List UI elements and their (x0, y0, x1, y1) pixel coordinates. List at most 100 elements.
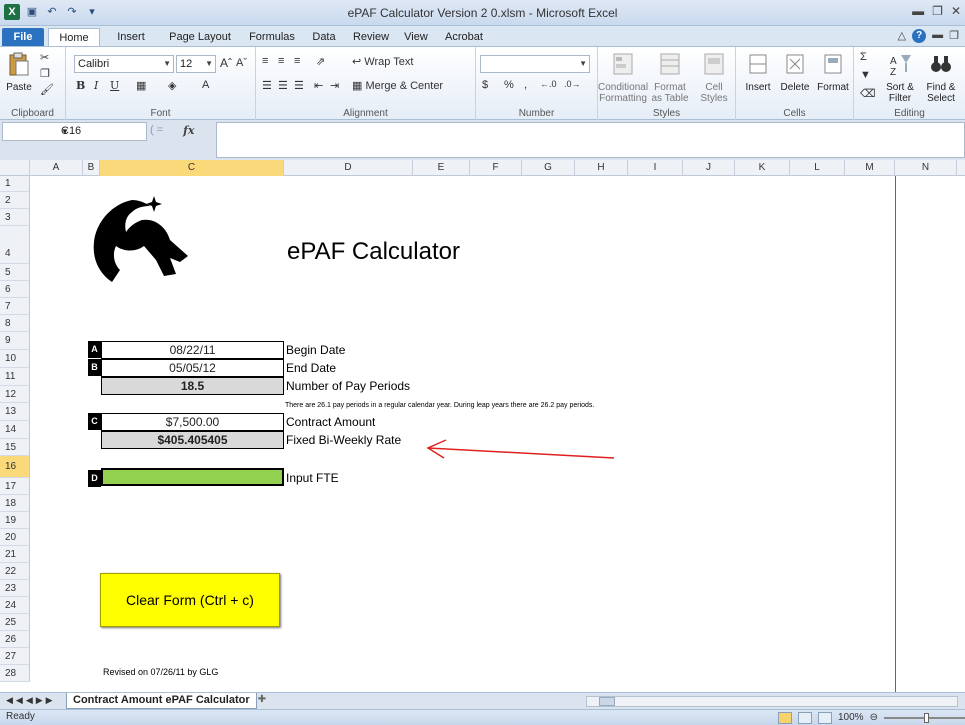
row-header[interactable]: 3 (0, 209, 30, 226)
format-painter-icon[interactable]: 🖌 (40, 83, 54, 96)
row-header[interactable]: 2 (0, 192, 30, 209)
tab-view[interactable]: View (398, 28, 434, 46)
copy-icon[interactable]: ❐ (40, 67, 50, 80)
row-header[interactable]: 12 (0, 386, 30, 403)
align-middle-icon[interactable]: ≡ (278, 55, 284, 67)
row-header[interactable]: 19 (0, 512, 30, 529)
insert-cells-button[interactable]: Insert (740, 51, 776, 93)
clear-icon[interactable]: ⌫ (860, 87, 876, 100)
sheet-tab-calculator[interactable]: Contract Amount ePAF Calculator (66, 693, 257, 709)
tab-page-layout[interactable]: Page Layout (160, 28, 240, 46)
select-all-corner[interactable] (0, 160, 30, 176)
zoom-knob[interactable] (923, 712, 929, 723)
fill-color-icon[interactable]: ◈ (168, 79, 176, 92)
font-color-icon[interactable]: A (202, 79, 209, 91)
currency-button[interactable]: $ (482, 79, 488, 91)
fte-input[interactable] (101, 468, 284, 486)
row-header[interactable]: 16 (0, 456, 30, 478)
cell-styles-button[interactable]: Cell Styles (694, 51, 734, 104)
increase-decimal-icon[interactable]: ←.0 (540, 79, 557, 89)
increase-indent-icon[interactable]: ⇥ (330, 79, 339, 92)
sheet-nav-arrows[interactable]: ◀◀◀▶▶ (6, 695, 56, 706)
cut-icon[interactable]: ✂ (40, 51, 49, 64)
conditional-formatting-button[interactable]: Conditional Formatting (598, 51, 648, 104)
row-header[interactable]: 23 (0, 580, 30, 597)
percent-button[interactable]: % (504, 79, 514, 91)
row-header[interactable]: 15 (0, 439, 30, 456)
row-header[interactable]: 25 (0, 614, 30, 631)
row-header[interactable]: 1 (0, 176, 30, 192)
delete-cells-button[interactable]: Delete (776, 51, 814, 93)
column-header[interactable]: E (413, 160, 470, 176)
format-cells-button[interactable]: Format (814, 51, 852, 93)
comma-button[interactable]: , (524, 79, 527, 91)
row-header[interactable]: 28 (0, 665, 30, 682)
tab-formulas[interactable]: Formulas (242, 28, 302, 46)
tab-file[interactable]: File (2, 28, 44, 46)
row-header[interactable]: 24 (0, 597, 30, 614)
row-header[interactable]: 9 (0, 332, 30, 350)
page-break-view-icon[interactable] (818, 711, 832, 724)
autosum-icon[interactable]: Σ (860, 51, 867, 63)
row-header[interactable]: 18 (0, 495, 30, 512)
insert-function-icon[interactable]: fx (183, 124, 194, 137)
align-center-icon[interactable]: ☰ (278, 79, 288, 92)
row-header[interactable]: 13 (0, 403, 30, 421)
orientation-icon[interactable]: ⇗ (316, 55, 325, 68)
row-header[interactable]: 4 (0, 226, 30, 264)
grow-font-icon[interactable]: Aˆ (220, 56, 232, 70)
align-bottom-icon[interactable]: ≡ (294, 55, 300, 67)
find-select-button[interactable]: Find & Select (920, 51, 962, 104)
normal-view-icon[interactable] (778, 711, 792, 724)
minimize-icon[interactable]: ▬ (912, 4, 924, 18)
insert-sheet-icon[interactable]: ✚ (252, 694, 272, 708)
tab-review[interactable]: Review (346, 28, 396, 46)
column-header[interactable]: H (575, 160, 628, 176)
number-format-select[interactable]: ▼ (480, 55, 590, 73)
help-icon[interactable]: ? (912, 29, 927, 43)
row-header[interactable]: 6 (0, 281, 30, 298)
align-right-icon[interactable]: ☰ (294, 79, 304, 92)
column-header[interactable]: K (735, 160, 790, 176)
column-header[interactable]: D (284, 160, 413, 176)
column-header[interactable]: F (470, 160, 522, 176)
clear-form-button[interactable]: Clear Form (Ctrl + c) (100, 573, 280, 627)
tab-insert[interactable]: Insert (106, 28, 156, 46)
merge-center-button[interactable]: ▦ Merge & Center (352, 79, 443, 92)
workbook-minimize-icon[interactable]: ▬ (932, 29, 943, 43)
decrease-indent-icon[interactable]: ⇤ (314, 79, 323, 92)
align-left-icon[interactable]: ☰ (262, 79, 272, 92)
column-header[interactable]: M (845, 160, 895, 176)
paste-button[interactable]: Paste (4, 51, 34, 93)
column-header[interactable]: B (83, 160, 100, 176)
restore-icon[interactable]: ❐ (932, 4, 943, 18)
align-top-icon[interactable]: ≡ (262, 55, 268, 67)
row-header[interactable]: 14 (0, 421, 30, 439)
tab-home[interactable]: Home (48, 28, 100, 46)
minimize-ribbon-icon[interactable]: △ (898, 29, 906, 43)
italic-button[interactable]: I (94, 79, 98, 92)
row-header[interactable]: 7 (0, 298, 30, 315)
shrink-font-icon[interactable]: Aˇ (236, 57, 247, 69)
row-header[interactable]: 10 (0, 350, 30, 368)
column-header[interactable]: J (683, 160, 735, 176)
end-date-input[interactable]: 05/05/12 (101, 359, 284, 377)
row-header[interactable]: 8 (0, 315, 30, 332)
tab-acrobat[interactable]: Acrobat (436, 28, 492, 46)
borders-icon[interactable]: ▦ (136, 79, 146, 92)
column-header[interactable]: N (895, 160, 957, 176)
row-header[interactable]: 20 (0, 529, 30, 546)
zoom-out-icon[interactable]: ⊖ (870, 712, 878, 723)
row-header[interactable]: 17 (0, 478, 30, 495)
column-header[interactable]: C (100, 160, 284, 176)
fill-icon[interactable]: ▼ (860, 69, 871, 81)
scroll-thumb[interactable] (599, 697, 615, 706)
bold-button[interactable]: B (76, 79, 85, 92)
row-header[interactable]: 11 (0, 368, 30, 386)
font-size-select[interactable]: 12 ▼ (176, 55, 216, 73)
horizontal-scrollbar[interactable] (586, 696, 958, 707)
workbook-restore-icon[interactable]: ❐ (949, 29, 959, 43)
tab-data[interactable]: Data (304, 28, 344, 46)
row-header[interactable]: 22 (0, 563, 30, 580)
underline-button[interactable]: U (110, 79, 119, 92)
